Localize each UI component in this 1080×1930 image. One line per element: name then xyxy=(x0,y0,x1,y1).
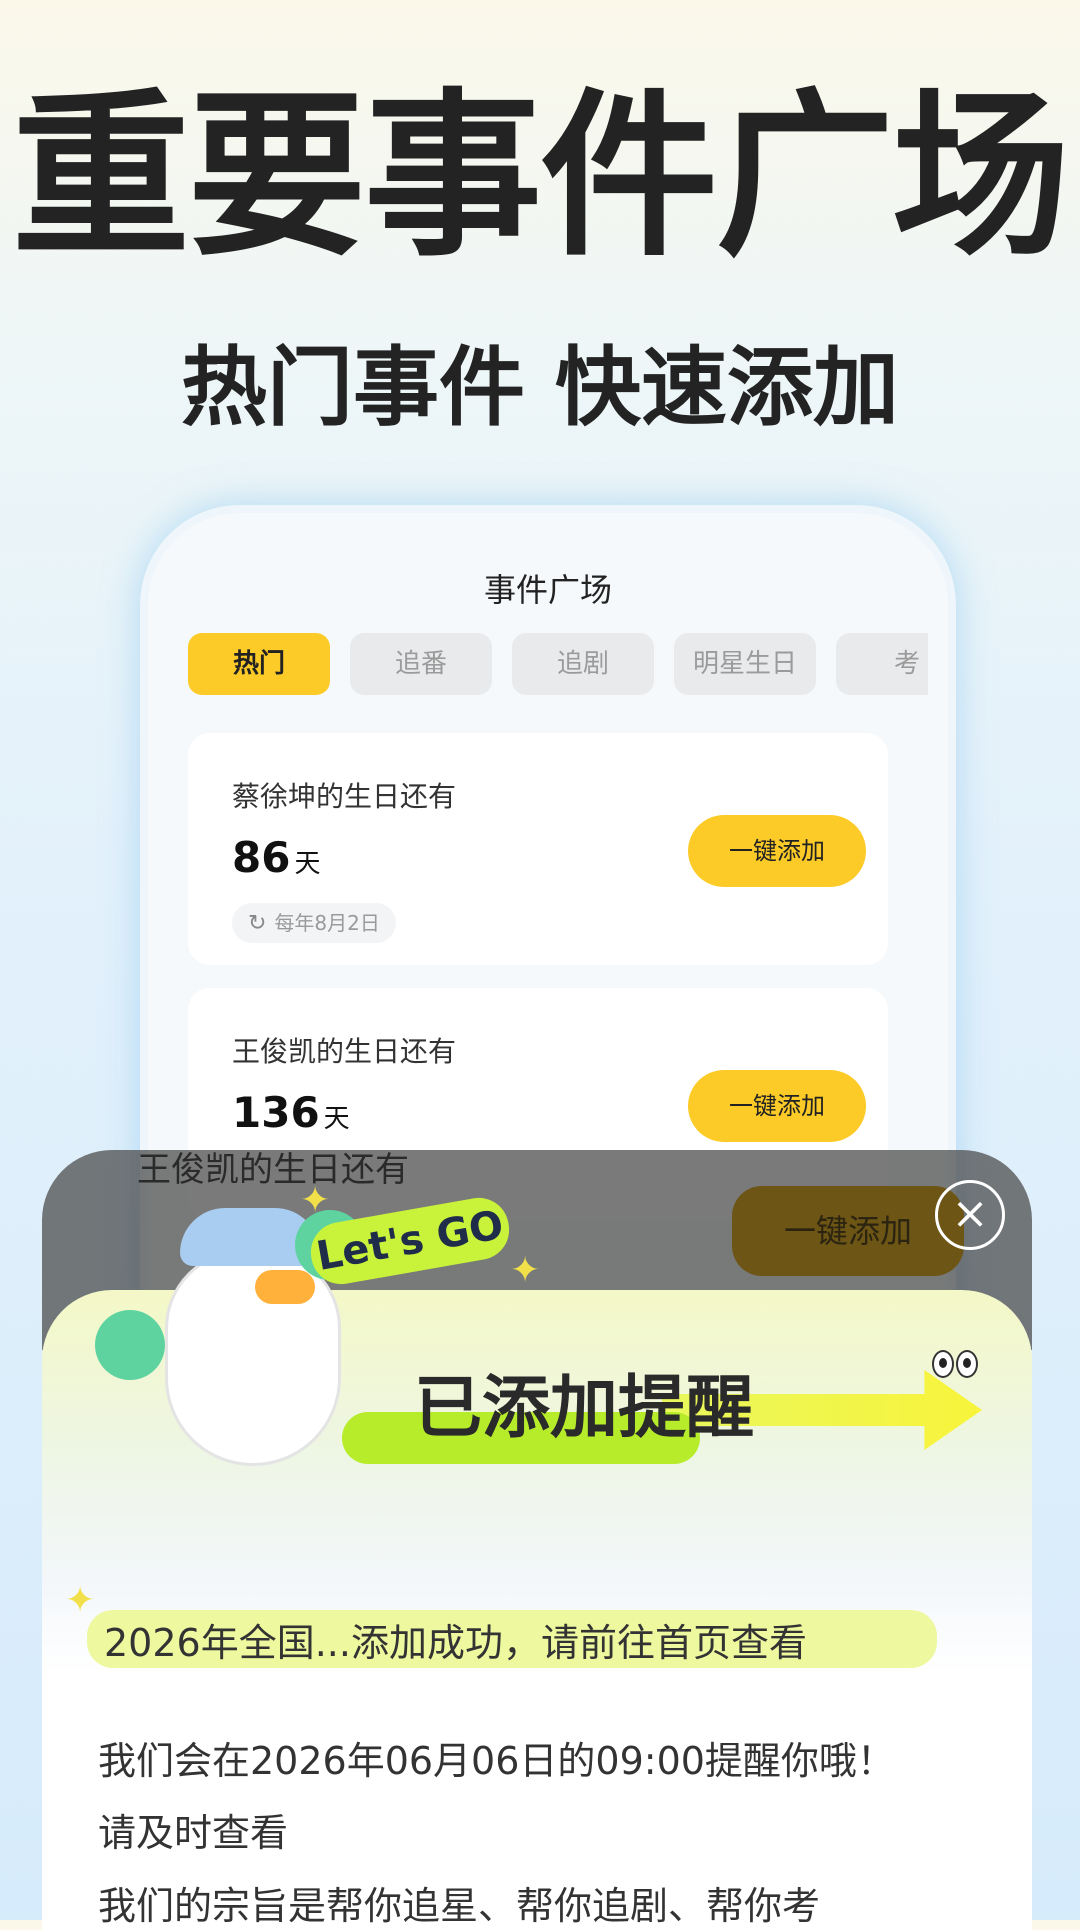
reminder-message: 我们会在2026年06月06日的09:00提醒你哦！ xyxy=(98,1739,895,1783)
sparkle-icon: ✦ xyxy=(300,1180,331,1221)
days-unit: 天 xyxy=(294,849,321,879)
mission-statement: 我们的宗旨是帮你追星、帮你追剧、帮你考 xyxy=(98,1884,821,1928)
sparkle-icon: ✦ xyxy=(65,1580,96,1621)
tab-star-birthday[interactable]: 明星生日 xyxy=(674,633,816,695)
event-countdown: 86 天 xyxy=(232,833,320,882)
days-unit: 天 xyxy=(323,1104,350,1134)
repeat-icon: ↻ xyxy=(248,911,267,936)
event-card: 蔡徐坤的生日还有 86 天 ↻ 每年8月2日 一键添加 xyxy=(188,733,888,965)
screen-title: 事件广场 xyxy=(483,571,612,609)
category-tabs: 热门 追番 追剧 明星生日考 xyxy=(188,633,928,703)
repeat-badge: ↻ 每年8月2日 xyxy=(232,903,396,943)
event-title: 蔡徐坤的生日还有 xyxy=(232,780,457,813)
eyes-icon xyxy=(932,1350,980,1382)
tab-drama[interactable]: 追剧 xyxy=(512,633,654,695)
days-value: 86 xyxy=(232,833,291,882)
one-click-add-button[interactable]: 一键添加 xyxy=(688,1070,866,1142)
modal-heading: 已添加提醒 xyxy=(414,1369,755,1448)
success-message: 2026年全国...添加成功，请前往首页查看 xyxy=(104,1621,807,1665)
close-icon[interactable]: × xyxy=(935,1180,1005,1250)
dimmed-event-title: 王俊凯的生日还有 xyxy=(137,1150,409,1190)
reminder-note: 请及时查看 xyxy=(98,1811,289,1855)
tab-hot[interactable]: 热门 xyxy=(188,633,330,695)
event-countdown: 136 天 xyxy=(232,1088,350,1137)
hero-title: 重要事件广场 xyxy=(12,73,1070,280)
tab-anime[interactable]: 追番 xyxy=(350,633,492,695)
one-click-add-button[interactable]: 一键添加 xyxy=(688,815,866,887)
days-value: 136 xyxy=(232,1088,320,1137)
sparkle-icon: ✦ xyxy=(510,1250,541,1291)
tab-exam[interactable]: 考 xyxy=(836,633,928,695)
hero-subtitle: 热门事件 快速添加 xyxy=(181,338,899,438)
event-title: 王俊凯的生日还有 xyxy=(232,1035,457,1068)
repeat-text: 每年8月2日 xyxy=(274,911,380,935)
dimmed-add-button: 一键添加 xyxy=(732,1186,964,1276)
